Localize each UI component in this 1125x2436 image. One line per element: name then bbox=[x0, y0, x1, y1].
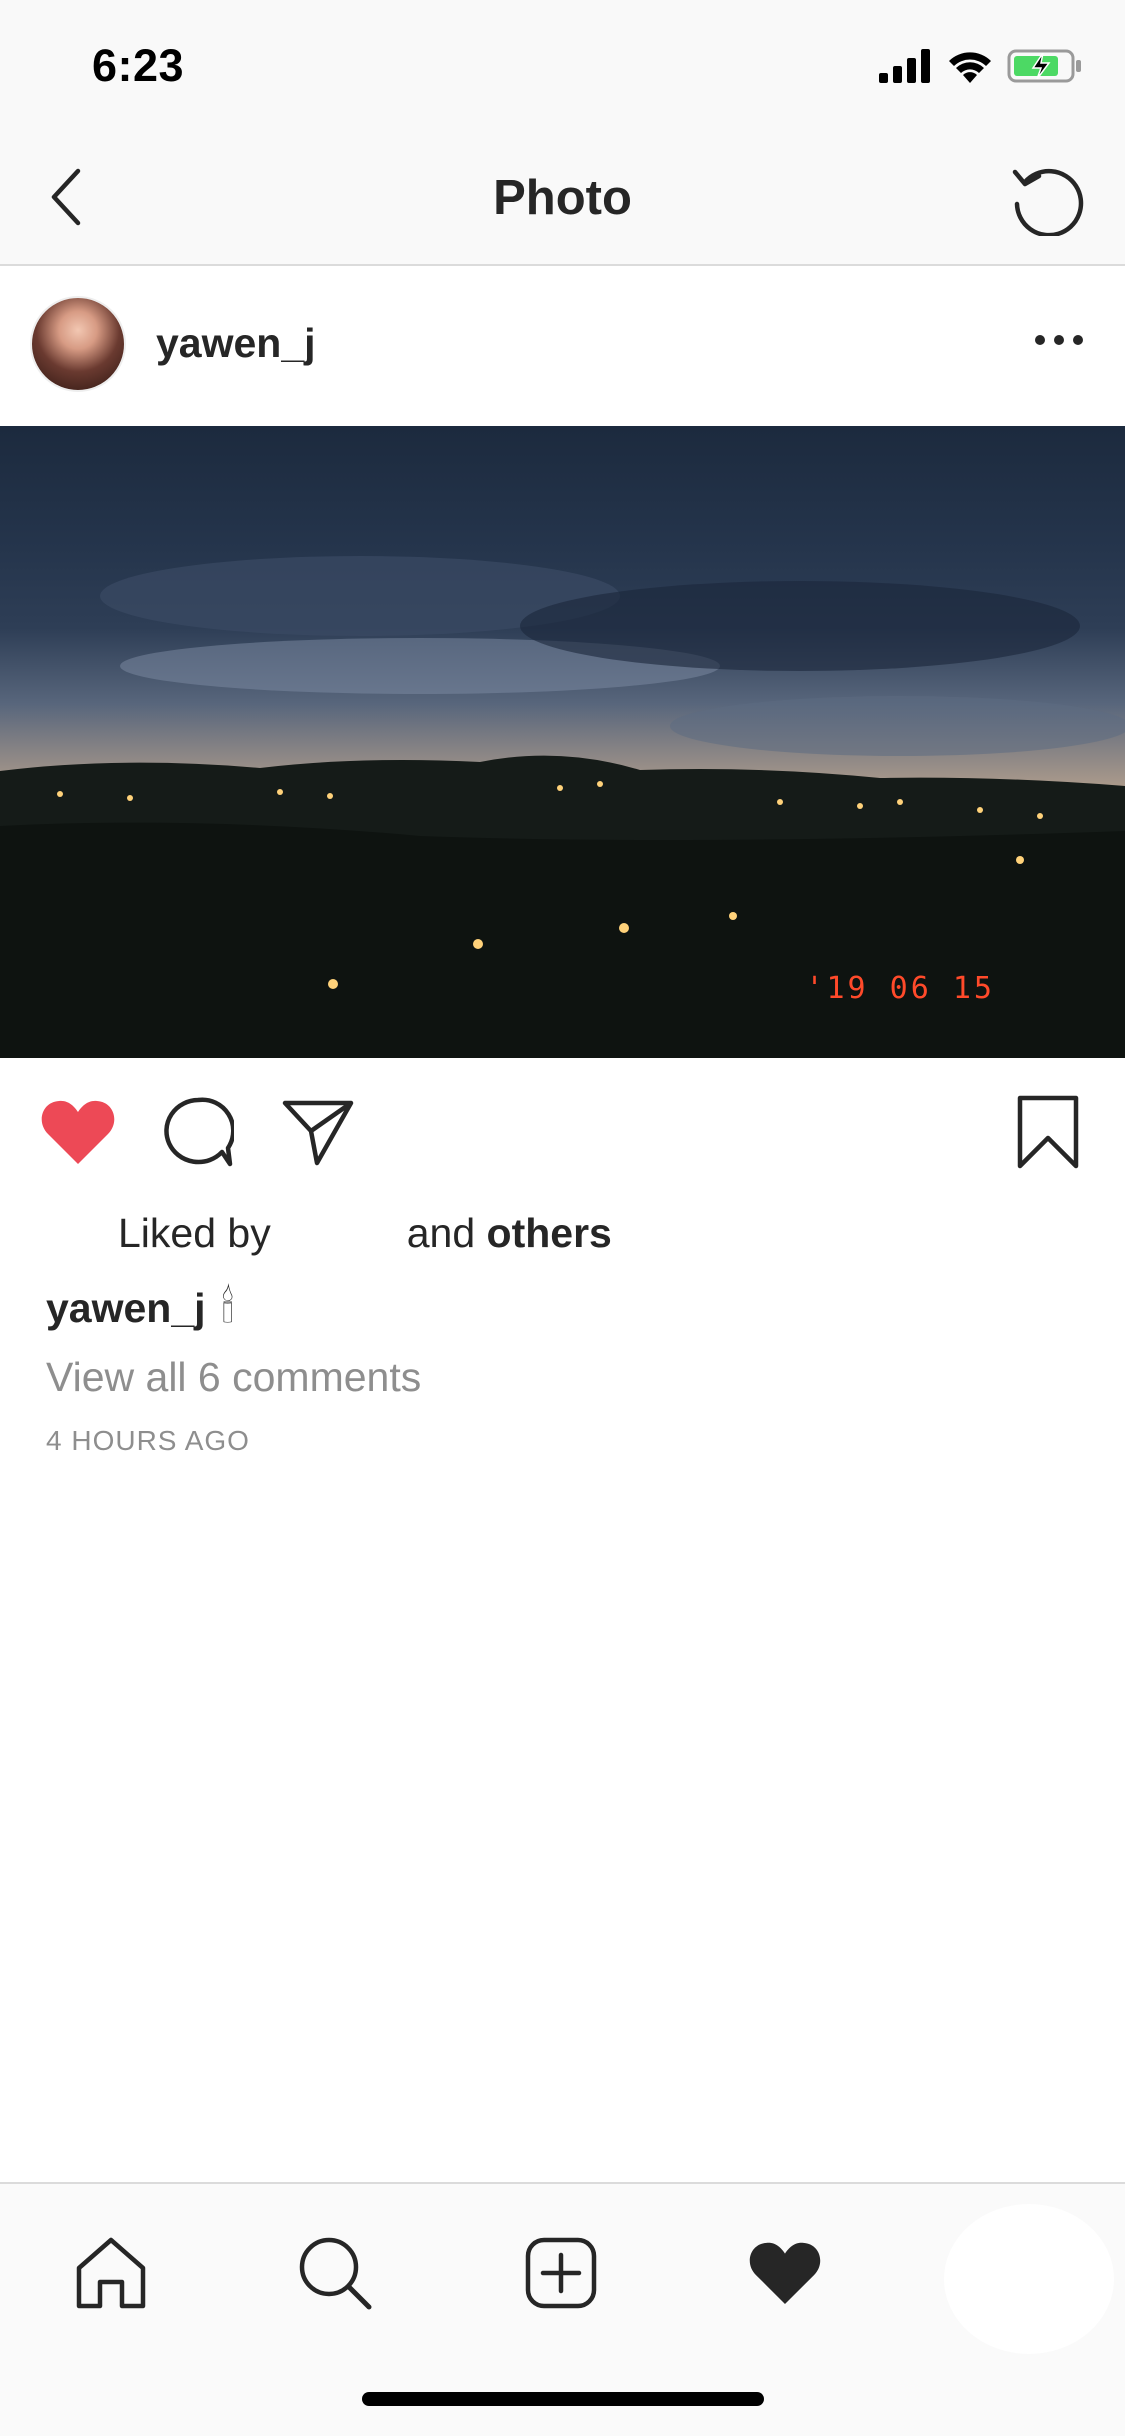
post-timestamp: 4 HOURS AGO bbox=[46, 1425, 250, 1456]
photo-date-stamp: '19 06 15 bbox=[805, 971, 995, 1006]
comment-button[interactable] bbox=[158, 1092, 238, 1172]
post-username[interactable]: yawen_j bbox=[156, 320, 316, 367]
likes-middle: and bbox=[406, 1210, 476, 1256]
search-icon bbox=[299, 2237, 372, 2310]
status-bar: 6:23 bbox=[0, 0, 1125, 132]
share-button[interactable] bbox=[278, 1092, 358, 1172]
bookmark-icon bbox=[1017, 1095, 1079, 1169]
comment-icon bbox=[164, 1097, 234, 1167]
more-horizontal-icon bbox=[1035, 335, 1083, 345]
wifi-icon bbox=[949, 52, 991, 83]
like-button[interactable] bbox=[38, 1092, 118, 1172]
caption-emoji: 🕯 bbox=[221, 1283, 235, 1332]
post-actions bbox=[0, 1058, 1125, 1206]
home-icon bbox=[76, 2237, 146, 2309]
nav-bar: Photo bbox=[0, 132, 1125, 266]
avatar[interactable] bbox=[30, 296, 126, 392]
signal-icon bbox=[879, 49, 930, 83]
post-header: yawen_j bbox=[0, 268, 1125, 426]
post-photo[interactable]: '19 06 15 bbox=[0, 426, 1125, 1058]
heart-filled-icon bbox=[41, 1100, 115, 1164]
send-icon bbox=[282, 1100, 354, 1166]
likes-summary[interactable]: Liked by and others bbox=[46, 1210, 612, 1257]
tab-search[interactable] bbox=[290, 2228, 380, 2318]
refresh-button[interactable] bbox=[1007, 158, 1087, 238]
save-button[interactable] bbox=[1008, 1092, 1088, 1172]
add-post-icon bbox=[525, 2237, 597, 2309]
likes-others[interactable]: others bbox=[487, 1210, 612, 1256]
likes-prefix: Liked by bbox=[118, 1210, 271, 1256]
status-icons bbox=[879, 48, 1083, 84]
caption: yawen_j 🕯 bbox=[46, 1283, 234, 1333]
battery-charging-icon bbox=[1007, 49, 1081, 83]
page-title: Photo bbox=[493, 171, 632, 225]
photo-scene bbox=[0, 556, 1125, 1058]
tab-home[interactable] bbox=[66, 2228, 156, 2318]
tab-activity[interactable] bbox=[740, 2228, 830, 2318]
more-options-button[interactable] bbox=[1029, 318, 1089, 362]
home-indicator bbox=[362, 2392, 764, 2406]
tab-profile[interactable] bbox=[944, 2204, 1114, 2354]
heart-filled-icon bbox=[749, 2242, 821, 2305]
tab-add-post[interactable] bbox=[516, 2228, 606, 2318]
caption-username[interactable]: yawen_j bbox=[46, 1285, 206, 1332]
view-comments-link[interactable]: View all 6 comments bbox=[46, 1354, 421, 1401]
refresh-icon bbox=[1012, 168, 1084, 236]
status-time: 6:23 bbox=[92, 40, 185, 91]
